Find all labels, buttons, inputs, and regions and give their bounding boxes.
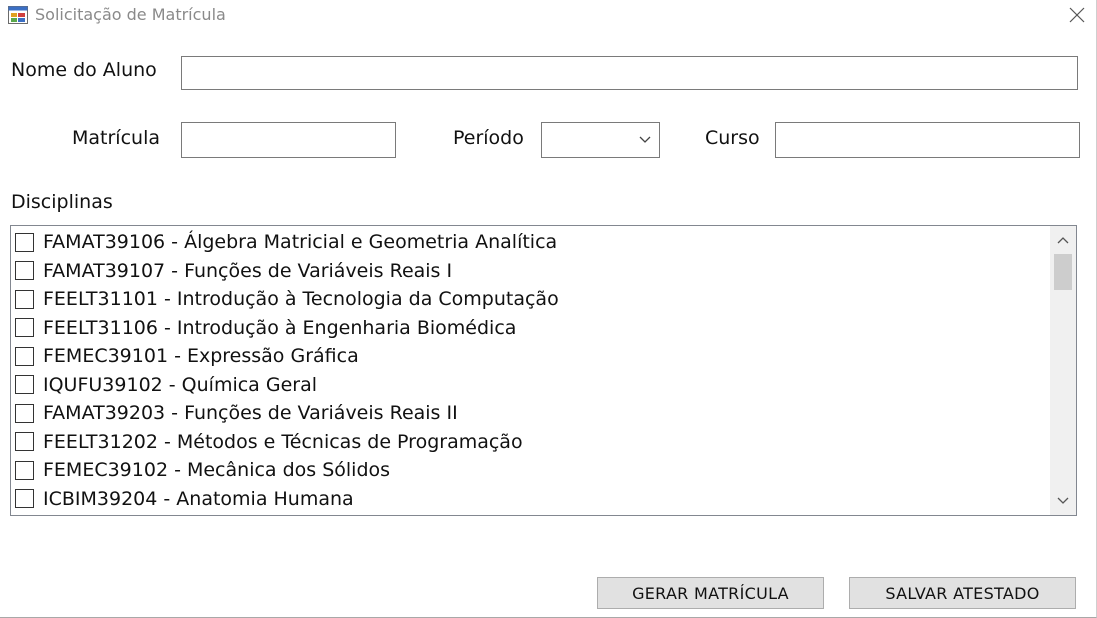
scroll-down-button[interactable] — [1050, 490, 1076, 512]
list-item[interactable]: FEMEC39102 - Mecânica dos Sólidos — [11, 456, 559, 485]
list-item[interactable]: FAMAT39203 - Funções de Variáveis Reais … — [11, 399, 559, 428]
checkbox[interactable] — [15, 289, 34, 309]
list-item[interactable]: FEMEC39101 - Expressão Gráfica — [11, 342, 559, 371]
checkbox[interactable] — [15, 232, 34, 252]
form-window-icon — [8, 6, 28, 24]
list-item-label: FEMEC39102 - Mecânica dos Sólidos — [43, 459, 391, 482]
list-item[interactable]: FAMAT39106 - Álgebra Matricial e Geometr… — [11, 228, 559, 257]
disciplinas-label: Disciplinas — [11, 191, 113, 213]
list-item-label: FEELT31101 - Introdução à Tecnologia da … — [43, 288, 559, 311]
nome-label: Nome do Aluno — [11, 59, 157, 81]
list-item[interactable]: FEELT31106 - Introdução à Engenharia Bio… — [11, 314, 559, 343]
checkbox[interactable] — [15, 403, 34, 423]
matricula-label: Matrícula — [72, 127, 160, 149]
list-item[interactable]: FEELT31101 - Introdução à Tecnologia da … — [11, 285, 559, 314]
disciplinas-list: FAMAT39106 - Álgebra Matricial e Geometr… — [11, 228, 559, 513]
scroll-thumb[interactable] — [1054, 254, 1072, 290]
chevron-down-icon — [639, 136, 651, 143]
list-item-label: FAMAT39107 - Funções de Variáveis Reais … — [43, 259, 453, 282]
curso-label: Curso — [705, 127, 760, 149]
chevron-down-icon — [1057, 497, 1069, 504]
list-item-label: FEELT31106 - Introdução à Engenharia Bio… — [43, 316, 517, 339]
title-bar[interactable]: Solicitação de Matrícula — [0, 0, 1097, 30]
salvar-atestado-button[interactable]: SALVAR ATESTADO — [849, 577, 1076, 609]
vertical-scrollbar[interactable] — [1050, 226, 1076, 515]
list-item-label: FAMAT39106 - Álgebra Matricial e Geometr… — [43, 231, 558, 254]
gerar-matricula-button[interactable]: GERAR MATRÍCULA — [597, 577, 824, 609]
chevron-up-icon — [1057, 237, 1069, 244]
list-item-label: FEMEC39101 - Expressão Gráfica — [43, 345, 359, 368]
checkbox[interactable] — [15, 261, 34, 281]
list-item-label: IQUFU39102 - Química Geral — [43, 373, 318, 396]
curso-field[interactable] — [775, 122, 1080, 158]
checkbox[interactable] — [15, 375, 34, 395]
checkbox[interactable] — [15, 346, 34, 366]
disciplinas-checklist[interactable]: FAMAT39106 - Álgebra Matricial e Geometr… — [10, 225, 1077, 516]
close-icon[interactable] — [1066, 4, 1088, 26]
list-item-label: FAMAT39203 - Funções de Variáveis Reais … — [43, 402, 458, 425]
list-item[interactable]: ICBIM39204 - Anatomia Humana — [11, 485, 559, 514]
list-item[interactable]: IQUFU39102 - Química Geral — [11, 371, 559, 400]
list-item-label: FEELT31202 - Métodos e Técnicas de Progr… — [43, 430, 523, 453]
checkbox[interactable] — [15, 432, 34, 452]
list-item[interactable]: FAMAT39107 - Funções de Variáveis Reais … — [11, 257, 559, 286]
scroll-up-button[interactable] — [1050, 229, 1076, 251]
list-item[interactable]: FEELT31202 - Métodos e Técnicas de Progr… — [11, 428, 559, 457]
solicitacao-window: Solicitação de Matrícula Nome do Aluno M… — [0, 0, 1097, 618]
checkbox[interactable] — [15, 489, 34, 509]
checkbox[interactable] — [15, 318, 34, 338]
checkbox[interactable] — [15, 460, 34, 480]
matricula-field[interactable] — [181, 122, 396, 158]
periodo-select[interactable] — [541, 122, 660, 158]
list-item-label: ICBIM39204 - Anatomia Humana — [43, 487, 354, 510]
periodo-label: Período — [453, 127, 524, 149]
window-title: Solicitação de Matrícula — [35, 5, 226, 24]
nome-field[interactable] — [181, 56, 1078, 90]
